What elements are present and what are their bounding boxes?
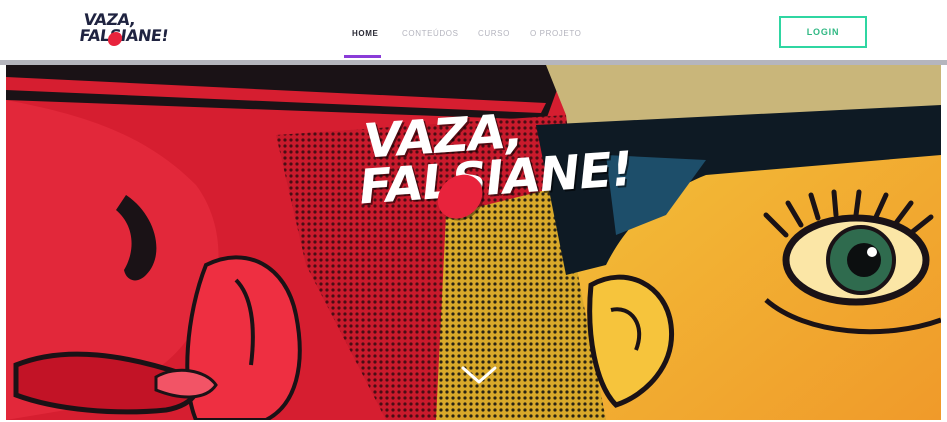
site-header: VAZA, FALSIANE! HOME CONTEÚDOS CURSO O P… [0, 0, 947, 60]
hero-title: VAZA, FALSIANE! [346, 102, 635, 310]
logo-line-2: FALSIANE! [78, 26, 170, 45]
nav-curso[interactable]: CURSO [478, 29, 510, 38]
nav-conteudos[interactable]: CONTEÚDOS [402, 29, 459, 38]
hero-title-line-2: FALSIANE! [355, 140, 635, 216]
chevron-down-icon[interactable] [459, 364, 499, 388]
brand-logo[interactable]: VAZA, FALSIANE! [78, 10, 173, 52]
nav-home[interactable]: HOME [352, 29, 378, 38]
login-button[interactable]: LOGIN [779, 16, 867, 48]
nav-active-indicator [344, 55, 381, 58]
nav-o-projeto[interactable]: O PROJETO [530, 29, 581, 38]
